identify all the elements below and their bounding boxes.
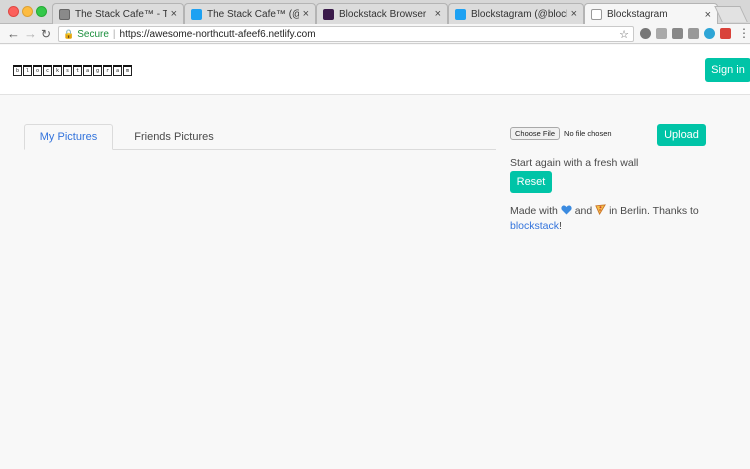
bookmark-star-icon[interactable]: ☆: [619, 28, 629, 41]
close-window-button[interactable]: [8, 6, 19, 17]
logo-letter-block: t: [73, 65, 82, 76]
extension-icon[interactable]: [672, 28, 683, 39]
extension-icon[interactable]: [640, 28, 651, 39]
made-with-label: Made with: [510, 205, 558, 217]
close-tab-icon[interactable]: ×: [171, 8, 177, 20]
extension-icon[interactable]: [704, 28, 715, 39]
tab-friends-pictures[interactable]: Friends Pictures: [124, 124, 224, 150]
sign-in-button[interactable]: Sign in: [705, 58, 750, 82]
browser-tab[interactable]: Blockstack Browser ×: [316, 3, 448, 24]
forward-arrow-icon[interactable]: →: [24, 26, 37, 42]
tab-title: The Stack Cafe™ - The Stac: [75, 8, 167, 20]
pictures-tabs: My Pictures Friends Pictures: [24, 124, 496, 150]
tab-title: Blockstagram (@blockstagr: [471, 8, 567, 20]
back-arrow-icon[interactable]: ←: [7, 26, 20, 42]
browser-tab[interactable]: The Stack Cafe™ (@Grid_di ×: [184, 3, 316, 24]
browser-toolbar: ← → ↻ 🔒 Secure | https://awesome-northcu…: [0, 24, 750, 44]
close-tab-icon[interactable]: ×: [435, 8, 441, 20]
browser-tab[interactable]: The Stack Cafe™ - The Stac ×: [52, 3, 184, 24]
tab-my-pictures[interactable]: My Pictures: [24, 124, 113, 150]
logo-letter-block: a: [113, 65, 122, 76]
address-separator: |: [112, 28, 116, 40]
logo-letter-block: m: [123, 65, 132, 76]
logo-letter-block: l: [23, 65, 32, 76]
exclamation: !: [559, 220, 562, 232]
maximize-window-button[interactable]: [36, 6, 47, 17]
tab-title: The Stack Cafe™ (@Grid_di: [207, 8, 299, 20]
url-text: https://awesome-northcutt-afeef6.netlify…: [119, 28, 316, 40]
page-content: blockstagram Sign in My Pictures Friends…: [0, 45, 750, 469]
minimize-window-button[interactable]: [22, 6, 33, 17]
logo-letter-block: s: [63, 65, 72, 76]
logo-letter-block: b: [13, 65, 22, 76]
logo-letter-block: o: [33, 65, 42, 76]
lock-icon: 🔒: [63, 28, 75, 39]
credits-text: Made with and in Berlin. Thanks to block…: [510, 204, 710, 234]
secure-label: Secure: [77, 28, 109, 40]
extension-icon[interactable]: [720, 28, 731, 39]
menu-dots-icon[interactable]: ⋮: [738, 25, 750, 41]
site-logo[interactable]: blockstagram: [13, 65, 133, 77]
in-berlin-label: in Berlin. Thanks to: [609, 205, 699, 217]
logo-letter-block: a: [83, 65, 92, 76]
stack-cafe-icon: [59, 8, 70, 20]
logo-letter-block: k: [53, 65, 62, 76]
blue-heart-icon: [561, 205, 572, 215]
reset-button[interactable]: Reset: [510, 171, 552, 193]
tab-title: Blockstagram: [607, 9, 668, 20]
blockstack-link[interactable]: blockstack: [510, 220, 559, 232]
browser-tab-active[interactable]: Blockstagram ×: [584, 3, 718, 25]
fresh-wall-text: Start again with a fresh wall: [510, 157, 639, 169]
twitter-icon: [455, 8, 466, 20]
no-file-label: No file chosen: [564, 129, 612, 138]
close-tab-icon[interactable]: ×: [705, 9, 711, 21]
file-input[interactable]: Choose File No file chosen: [510, 127, 612, 140]
new-tab-button[interactable]: [714, 6, 748, 22]
upload-button[interactable]: Upload: [657, 124, 706, 146]
twitter-icon: [191, 8, 202, 20]
logo-letter-block: c: [43, 65, 52, 76]
pizza-icon: [595, 204, 607, 215]
extension-icon[interactable]: [656, 28, 667, 39]
blockstack-icon: [323, 8, 334, 20]
site-navbar: blockstagram Sign in: [0, 45, 750, 95]
close-tab-icon[interactable]: ×: [571, 8, 577, 20]
extension-icon[interactable]: [688, 28, 699, 39]
reload-icon[interactable]: ↻: [41, 26, 51, 42]
logo-letter-block: g: [93, 65, 102, 76]
close-tab-icon[interactable]: ×: [303, 8, 309, 20]
browser-tab[interactable]: Blockstagram (@blockstagr ×: [448, 3, 584, 24]
page-icon: [591, 9, 602, 20]
logo-letter-block: r: [103, 65, 112, 76]
address-bar[interactable]: 🔒 Secure | https://awesome-northcutt-afe…: [58, 26, 634, 42]
and-label: and: [574, 205, 593, 217]
tab-title: Blockstack Browser: [339, 8, 427, 20]
browser-tabstrip: The Stack Cafe™ - The Stac × The Stack C…: [0, 0, 750, 25]
choose-file-button[interactable]: Choose File: [510, 127, 561, 140]
